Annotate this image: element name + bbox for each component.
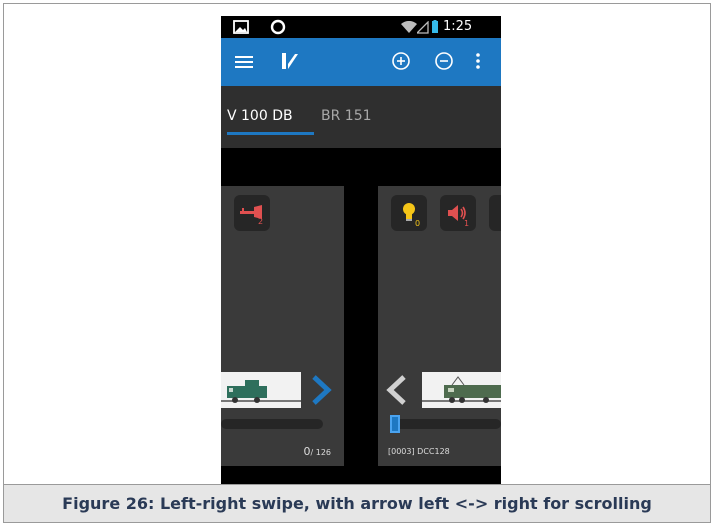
locomotive-image: [422, 372, 501, 408]
battery-icon: [432, 20, 438, 33]
decoder-address: [0003]: [388, 447, 415, 456]
loco-panel-right[interactable]: 0 1 [0003] DCC128: [378, 186, 501, 466]
app-bar: [221, 38, 501, 86]
spacer: [221, 148, 501, 186]
speed-slider[interactable]: [221, 419, 323, 429]
function-index: 2: [258, 217, 264, 226]
function-index: 1: [464, 219, 470, 228]
chevron-left-icon[interactable]: [386, 375, 408, 405]
image-icon: [233, 20, 249, 34]
speed-readout: 0 / 126: [303, 445, 331, 458]
speed-value: 0: [303, 445, 311, 458]
speed-slider[interactable]: [390, 419, 501, 429]
active-tab-indicator: [227, 132, 314, 135]
phone-screenshot: 1:25 V 100 DB BR 151 2 0 / 126 0 1 [0003…: [221, 16, 501, 485]
menu-icon[interactable]: [235, 54, 253, 70]
wifi-icon: [401, 21, 417, 33]
bottom-bar: [221, 466, 501, 485]
figure-caption: Figure 26: Left-right swipe, with arrow …: [3, 484, 711, 523]
app-logo-icon: [282, 53, 298, 69]
loco-panel-left[interactable]: 2 0 / 126: [221, 186, 344, 466]
tab-br151[interactable]: BR 151: [321, 108, 372, 124]
overflow-menu-icon[interactable]: [475, 52, 481, 70]
loco-tabs: V 100 DB BR 151: [221, 86, 501, 148]
tab-v100db[interactable]: V 100 DB: [227, 108, 293, 124]
function-button-horn[interactable]: 2: [234, 195, 270, 231]
signal-icon: [417, 21, 429, 34]
speed-slider-thumb[interactable]: [390, 415, 400, 433]
locomotive-image: [221, 372, 301, 408]
remove-circle-icon[interactable]: [434, 51, 454, 71]
decoder-protocol: DCC128: [417, 447, 450, 456]
light-bulb-icon: [403, 203, 415, 221]
function-index: 0: [415, 219, 421, 228]
function-button-sound[interactable]: 1: [440, 195, 476, 231]
function-button-light[interactable]: 0: [391, 195, 427, 231]
status-time: 1:25: [443, 19, 473, 34]
speed-max: / 126: [310, 448, 331, 457]
chevron-right-icon[interactable]: [310, 375, 332, 405]
status-bar: 1:25: [221, 16, 501, 38]
function-button-partial[interactable]: [489, 195, 501, 231]
add-circle-icon[interactable]: [391, 51, 411, 71]
circle-icon: [270, 19, 286, 35]
decoder-info: [0003] DCC128: [388, 447, 450, 456]
